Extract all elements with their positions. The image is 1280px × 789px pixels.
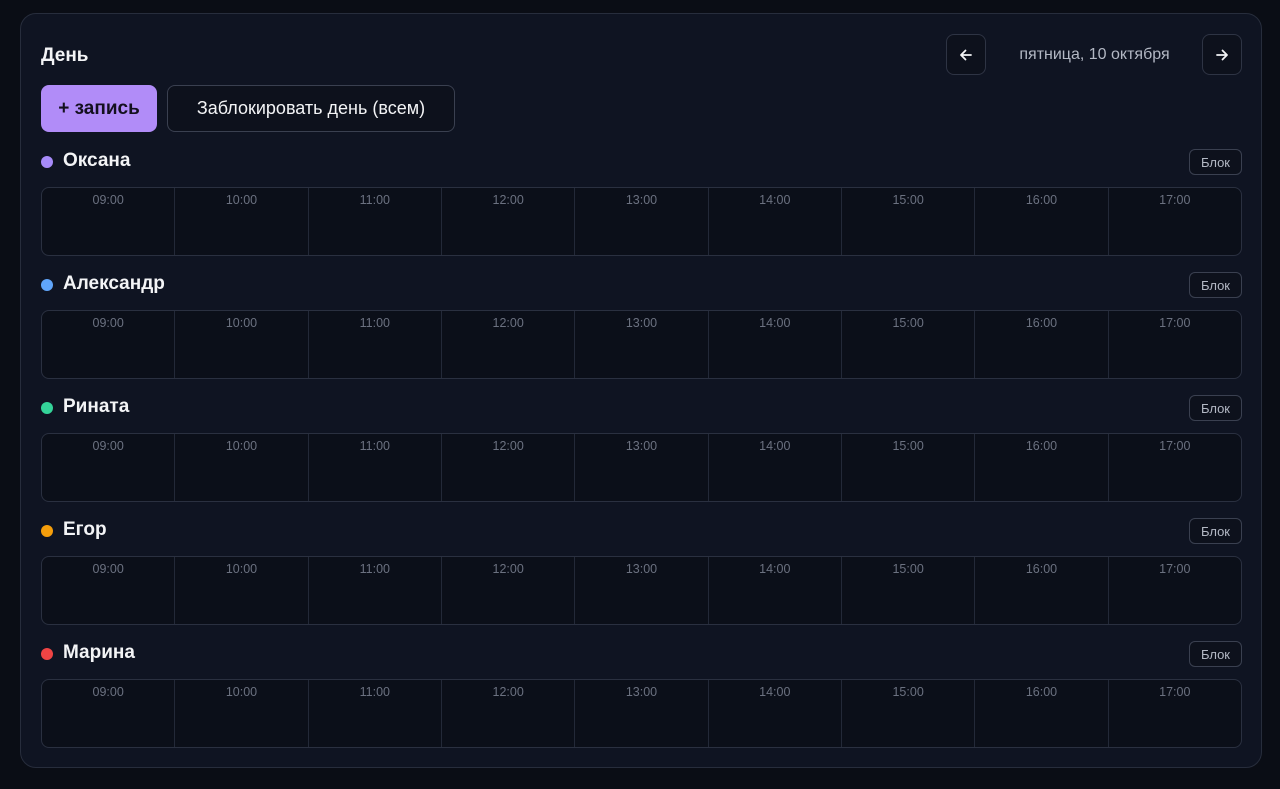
time-slot[interactable]: 10:00 — [175, 188, 309, 255]
time-slot[interactable]: 13:00 — [575, 557, 709, 624]
time-slot[interactable]: 16:00 — [975, 188, 1109, 255]
time-slot[interactable]: 11:00 — [309, 557, 442, 624]
block-staff-button[interactable]: Блок — [1188, 395, 1242, 421]
time-slot[interactable]: 15:00 — [842, 680, 976, 747]
time-slot[interactable]: 16:00 — [975, 311, 1109, 378]
staff-section: Марина Блок 09:00 10:00 11:00 12:00 13:00 14:00… — [41, 640, 1242, 763]
time-slot[interactable]: 10:00 — [175, 557, 309, 624]
time-slot[interactable]: 15:00 — [842, 188, 976, 255]
staff-timeline: 09:00 10:00 11:00 12:00 13:00 14:00 15:00 16:00… — [41, 310, 1242, 379]
time-slot[interactable]: 13:00 — [575, 188, 709, 255]
staff-name: Рината — [63, 396, 130, 417]
next-day-button[interactable] — [1202, 34, 1242, 75]
time-slot[interactable]: 11:00 — [309, 680, 442, 747]
staff-color-dot — [41, 402, 53, 414]
time-slot[interactable]: 12:00 — [442, 311, 576, 378]
time-slot[interactable]: 10:00 — [175, 680, 309, 747]
block-staff-button[interactable]: Блок — [1188, 149, 1242, 175]
staff-section: Рината Блок 09:00 10:00 11:00 12:00 13:00 14:00… — [41, 394, 1242, 517]
arrow-right-icon — [1216, 49, 1228, 60]
staff-section: Оксана Блок 09:00 10:00 11:00 12:00 13:00 14:00… — [41, 148, 1242, 271]
time-slot[interactable]: 09:00 — [42, 311, 176, 378]
time-slot[interactable]: 12:00 — [442, 557, 576, 624]
time-slot[interactable]: 14:00 — [709, 188, 842, 255]
staff-color-dot — [41, 648, 53, 660]
staff-color-dot — [41, 156, 53, 168]
staff-name: Марина — [63, 642, 135, 663]
day-schedule-panel: День пятница, 10 октября + запись Заблок… — [20, 13, 1262, 768]
staff-header: Оксана Блок — [41, 148, 1242, 187]
staff-name: Оксана — [63, 150, 131, 171]
time-slot[interactable]: 15:00 — [842, 557, 976, 624]
block-staff-button[interactable]: Блок — [1188, 518, 1242, 544]
staff-timeline: 09:00 10:00 11:00 12:00 13:00 14:00 15:00 16:00… — [41, 679, 1242, 748]
staff-header: Рината Блок — [41, 394, 1242, 433]
time-slot[interactable]: 09:00 — [42, 434, 176, 501]
time-slot[interactable]: 09:00 — [42, 680, 176, 747]
time-slot[interactable]: 11:00 — [309, 434, 442, 501]
time-slot[interactable]: 15:00 — [842, 434, 976, 501]
time-slot[interactable]: 10:00 — [175, 434, 309, 501]
time-slot[interactable]: 09:00 — [42, 557, 176, 624]
time-slot[interactable]: 11:00 — [309, 188, 442, 255]
arrow-left-icon — [960, 49, 972, 60]
time-slot[interactable]: 10:00 — [175, 311, 309, 378]
staff-name: Егор — [63, 519, 107, 540]
time-slot[interactable]: 12:00 — [442, 680, 576, 747]
staff-name: Александр — [63, 273, 165, 294]
time-slot[interactable]: 13:00 — [575, 680, 709, 747]
staff-timeline: 09:00 10:00 11:00 12:00 13:00 14:00 15:00 16:00… — [41, 187, 1242, 256]
time-slot[interactable]: 16:00 — [975, 680, 1109, 747]
staff-section: Александр Блок 09:00 10:00 11:00 12:00 13:00 14… — [41, 271, 1242, 394]
time-slot[interactable]: 17:00 — [1109, 557, 1241, 624]
page-title: День — [41, 45, 89, 66]
time-slot[interactable]: 17:00 — [1109, 311, 1241, 378]
staff-list: Оксана Блок 09:00 10:00 11:00 12:00 13:00 14:00… — [41, 148, 1242, 763]
time-slot[interactable]: 09:00 — [42, 188, 176, 255]
staff-color-dot — [41, 525, 53, 537]
time-slot[interactable]: 17:00 — [1109, 188, 1241, 255]
time-slot[interactable]: 14:00 — [709, 680, 842, 747]
time-slot[interactable]: 12:00 — [442, 434, 576, 501]
block-staff-button[interactable]: Блок — [1188, 272, 1242, 298]
time-slot[interactable]: 12:00 — [442, 188, 576, 255]
staff-header: Егор Блок — [41, 517, 1242, 556]
add-appointment-button[interactable]: + запись — [41, 85, 157, 132]
staff-timeline: 09:00 10:00 11:00 12:00 13:00 14:00 15:00 16:00… — [41, 433, 1242, 502]
staff-header: Александр Блок — [41, 271, 1242, 310]
prev-day-button[interactable] — [946, 34, 986, 75]
staff-timeline: 09:00 10:00 11:00 12:00 13:00 14:00 15:00 16:00… — [41, 556, 1242, 625]
block-day-all-button[interactable]: Заблокировать день (всем) — [167, 85, 455, 132]
time-slot[interactable]: 13:00 — [575, 311, 709, 378]
current-date: пятница, 10 октября — [1019, 45, 1170, 63]
staff-section: Егор Блок 09:00 10:00 11:00 12:00 13:00 14:00 15… — [41, 517, 1242, 640]
staff-color-dot — [41, 279, 53, 291]
block-staff-button[interactable]: Блок — [1188, 641, 1242, 667]
staff-header: Марина Блок — [41, 640, 1242, 679]
time-slot[interactable]: 16:00 — [975, 557, 1109, 624]
time-slot[interactable]: 14:00 — [709, 557, 842, 624]
time-slot[interactable]: 15:00 — [842, 311, 976, 378]
time-slot[interactable]: 11:00 — [309, 311, 442, 378]
time-slot[interactable]: 16:00 — [975, 434, 1109, 501]
time-slot[interactable]: 13:00 — [575, 434, 709, 501]
time-slot[interactable]: 14:00 — [709, 434, 842, 501]
time-slot[interactable]: 17:00 — [1109, 434, 1241, 501]
time-slot[interactable]: 17:00 — [1109, 680, 1241, 747]
time-slot[interactable]: 14:00 — [709, 311, 842, 378]
